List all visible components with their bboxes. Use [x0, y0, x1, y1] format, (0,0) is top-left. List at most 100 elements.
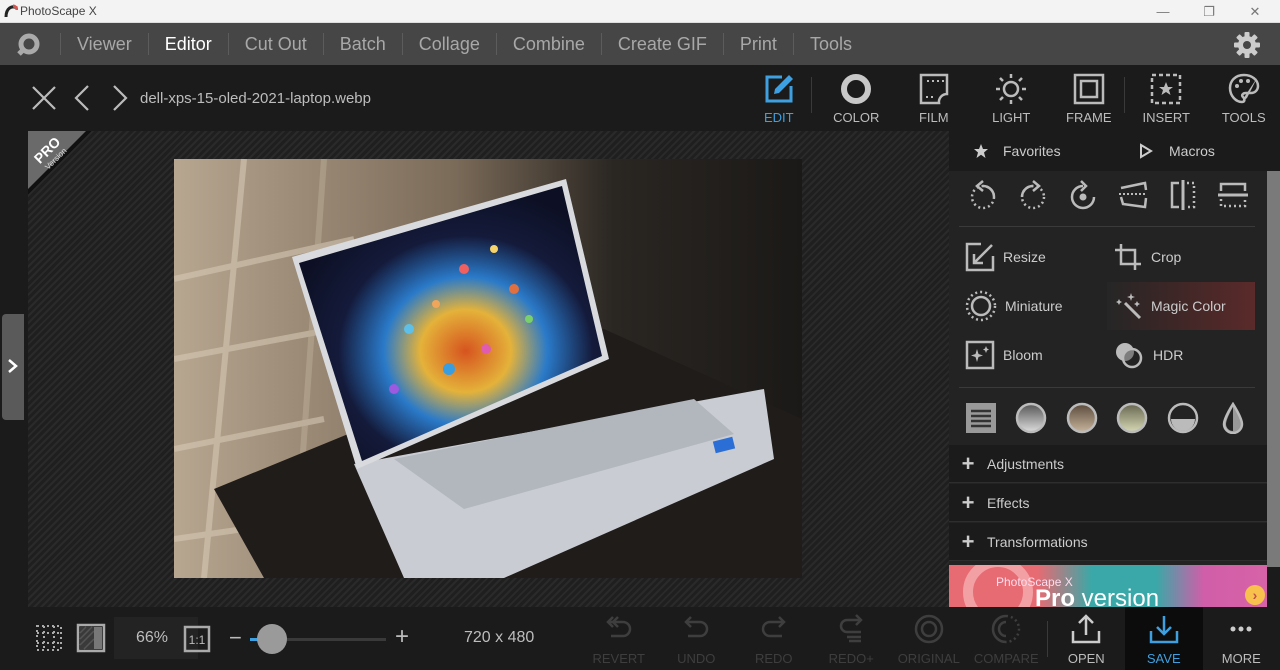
- nav-viewer[interactable]: Viewer: [60, 33, 148, 55]
- tab-insert[interactable]: INSERT: [1128, 65, 1206, 131]
- zoom-slider-knob[interactable]: [256, 624, 287, 654]
- save-button[interactable]: SAVE: [1125, 607, 1203, 670]
- nav-cut-out[interactable]: Cut Out: [227, 33, 323, 55]
- panel-scrollbar[interactable]: [1267, 131, 1280, 607]
- revert-button[interactable]: REVERT: [580, 607, 658, 670]
- star-icon: [974, 144, 988, 158]
- crop-button[interactable]: Crop: [1107, 233, 1255, 281]
- pro-version-badge[interactable]: PRO Version: [28, 131, 92, 195]
- sidebar-toggle-button[interactable]: [2, 314, 24, 420]
- next-file-icon[interactable]: [104, 83, 134, 113]
- previous-file-icon[interactable]: [68, 83, 98, 113]
- original-label: ORIGINAL: [897, 651, 960, 666]
- scrollbar-thumb[interactable]: [1267, 171, 1280, 567]
- original-button[interactable]: ORIGINAL: [890, 607, 968, 670]
- nav-print[interactable]: Print: [722, 33, 793, 55]
- tab-color-label: COLOR: [833, 110, 880, 125]
- zoom-value[interactable]: 66%: [136, 629, 168, 647]
- tab-edit[interactable]: EDIT: [740, 65, 818, 131]
- filter-half-button[interactable]: [1165, 400, 1201, 436]
- magic-wand-icon: [1116, 293, 1142, 320]
- straighten-icon: [1119, 181, 1148, 209]
- zoom-in-button[interactable]: +: [395, 623, 409, 651]
- file-name: dell-xps-15-oled-2021-laptop.webp: [140, 90, 371, 107]
- close-file-icon[interactable]: [29, 83, 59, 113]
- drop-button[interactable]: [1215, 400, 1251, 436]
- flip-vertical-button[interactable]: [1215, 175, 1251, 215]
- miniature-button[interactable]: Miniature: [959, 282, 1107, 330]
- laptop-photo: [174, 159, 802, 578]
- rotate-right-icon: [1020, 180, 1046, 210]
- filter-gray-icon: [1016, 402, 1047, 434]
- filter-list-button[interactable]: [963, 400, 999, 436]
- light-icon: [996, 74, 1027, 104]
- revert-icon: [605, 616, 631, 638]
- restore-button[interactable]: ❐: [1186, 1, 1232, 22]
- open-button[interactable]: OPEN: [1048, 607, 1126, 670]
- nav-combine[interactable]: Combine: [495, 33, 601, 55]
- home-icon[interactable]: [16, 32, 42, 56]
- more-button[interactable]: MORE: [1203, 607, 1280, 670]
- tab-light[interactable]: LIGHT: [973, 65, 1051, 131]
- magic-color-button[interactable]: Magic Color: [1107, 282, 1255, 330]
- section-adjustments[interactable]: + Adjustments: [949, 445, 1267, 483]
- nav-create-gif[interactable]: Create GIF: [600, 33, 723, 55]
- resize-button[interactable]: Resize: [959, 233, 1107, 281]
- compare-label: COMPARE: [973, 651, 1039, 666]
- ad-line2-rest: version: [1075, 585, 1160, 607]
- undo-button[interactable]: UNDO: [658, 607, 736, 670]
- nav-editor[interactable]: Editor: [147, 33, 228, 55]
- section-transformations-label: Transformations: [987, 533, 1088, 550]
- redo-button[interactable]: REDO: [735, 607, 813, 670]
- divider: [959, 226, 1255, 227]
- compare-button[interactable]: COMPARE: [968, 607, 1046, 670]
- filter-sepia-button[interactable]: [1064, 400, 1100, 436]
- tab-frame[interactable]: FRAME: [1050, 65, 1128, 131]
- favorites-label: Favorites: [1003, 143, 1061, 159]
- close-window-button[interactable]: ✕: [1232, 1, 1278, 22]
- favorites-button[interactable]: Favorites: [973, 131, 1061, 171]
- hdr-button[interactable]: HDR: [1107, 331, 1255, 379]
- hdr-icon: [1116, 343, 1143, 369]
- gear-icon[interactable]: [1233, 31, 1261, 59]
- save-label: SAVE: [1146, 651, 1181, 666]
- divider: [811, 77, 812, 113]
- minimize-button[interactable]: —: [1140, 1, 1186, 22]
- rotate-right-button[interactable]: [1015, 175, 1051, 215]
- background-pattern-icon[interactable]: [76, 623, 106, 653]
- nav-collage[interactable]: Collage: [401, 33, 496, 55]
- section-effects[interactable]: + Effects: [949, 484, 1267, 522]
- list-icon: [966, 403, 996, 433]
- selection-icon[interactable]: [34, 623, 64, 653]
- bloom-button[interactable]: Bloom: [959, 331, 1107, 379]
- zoom-slider[interactable]: [250, 624, 386, 654]
- tab-film[interactable]: FILM: [895, 65, 973, 131]
- edited-photo[interactable]: [174, 159, 802, 578]
- ad-line2: Pro version: [1035, 585, 1159, 607]
- actual-size-button[interactable]: 1:1: [183, 625, 211, 653]
- more-label: MORE: [1221, 651, 1261, 666]
- chevron-right-icon[interactable]: ›: [1245, 585, 1265, 605]
- insert-icon: [1151, 73, 1182, 105]
- tab-film-label: FILM: [918, 110, 949, 125]
- redo-plus-button[interactable]: REDO+: [813, 607, 891, 670]
- macros-button[interactable]: Macros: [1139, 131, 1215, 171]
- miniature-icon: [965, 290, 997, 322]
- color-icon: [841, 74, 872, 104]
- macros-label: Macros: [1169, 143, 1215, 159]
- flip-horizontal-button[interactable]: [1165, 175, 1201, 215]
- zoom-out-button[interactable]: −: [229, 625, 242, 651]
- nav-tools[interactable]: Tools: [792, 33, 868, 55]
- nav-batch[interactable]: Batch: [322, 33, 402, 55]
- rotate-left-button[interactable]: [965, 175, 1001, 215]
- filter-green-button[interactable]: [1114, 400, 1150, 436]
- tab-tools[interactable]: TOOLS: [1205, 65, 1280, 131]
- filter-gray-button[interactable]: [1013, 400, 1049, 436]
- rotate-free-button[interactable]: [1065, 175, 1101, 215]
- straighten-button[interactable]: [1115, 175, 1151, 215]
- filter-green-icon: [1116, 402, 1148, 434]
- section-effects-label: Effects: [987, 494, 1030, 511]
- tab-color[interactable]: COLOR: [818, 65, 896, 131]
- section-transformations[interactable]: + Transformations: [949, 523, 1267, 561]
- pro-version-ad-banner[interactable]: PhotoScape X Pro version ›: [949, 565, 1267, 607]
